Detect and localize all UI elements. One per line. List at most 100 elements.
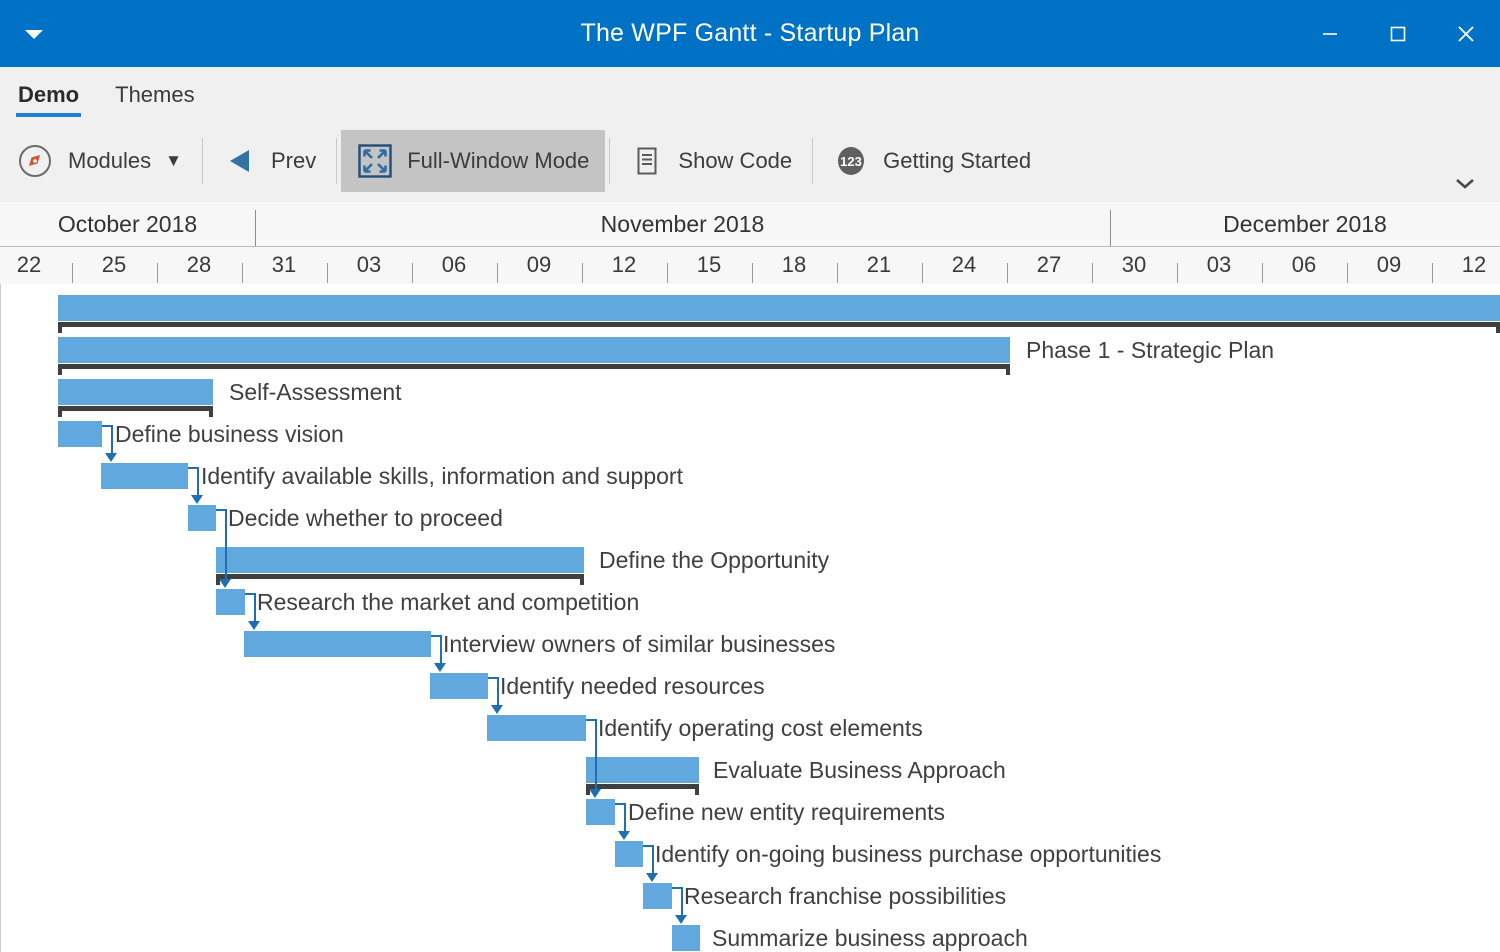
timescale-day-label: 15 bbox=[679, 246, 739, 283]
timescale-day-tick bbox=[667, 263, 668, 283]
timescale-day-label: 09 bbox=[1359, 246, 1419, 283]
window-menu-caret-icon[interactable] bbox=[22, 24, 46, 44]
tab-themes[interactable]: Themes bbox=[97, 67, 212, 122]
full-window-mode-label: Full-Window Mode bbox=[407, 148, 589, 174]
gantt-summary-bracket bbox=[58, 322, 1500, 333]
gantt-bar[interactable] bbox=[58, 337, 1010, 363]
gantt-bar[interactable] bbox=[672, 925, 700, 951]
show-code-button[interactable]: Show Code bbox=[614, 130, 808, 192]
gantt-bar[interactable] bbox=[244, 631, 431, 657]
gantt-bar-label: Evaluate Business Approach bbox=[713, 757, 1006, 783]
chevron-down-icon: ▼ bbox=[165, 151, 182, 171]
gantt-bar[interactable] bbox=[643, 883, 672, 909]
timescale-day-tick bbox=[752, 263, 753, 283]
ribbon: Demo Themes Modules ▼ bbox=[0, 67, 1500, 203]
timescale-month-label: December 2018 bbox=[1110, 202, 1500, 246]
timescale-day-tick bbox=[1347, 263, 1348, 283]
fullscreen-icon bbox=[357, 143, 393, 179]
gantt-bar-label: Phase 1 - Strategic Plan bbox=[1026, 337, 1274, 363]
svg-text:123: 123 bbox=[840, 154, 862, 169]
gantt-bar[interactable] bbox=[615, 841, 643, 867]
maximize-button[interactable] bbox=[1364, 0, 1432, 67]
gantt-bar-label: Define new entity requirements bbox=[628, 799, 945, 825]
timescale-month-label: October 2018 bbox=[0, 202, 255, 246]
title-bar: The WPF Gantt - Startup Plan bbox=[0, 0, 1500, 67]
modules-button[interactable]: Modules ▼ bbox=[0, 130, 198, 192]
ribbon-toolbar: Modules ▼ Prev bbox=[0, 122, 1500, 200]
timescale-day-tick bbox=[1092, 263, 1093, 283]
timescale-day-tick bbox=[242, 263, 243, 283]
full-window-mode-button[interactable]: Full-Window Mode bbox=[341, 130, 605, 192]
gantt-bar[interactable] bbox=[58, 295, 1500, 321]
gantt-bar[interactable] bbox=[58, 421, 102, 447]
tab-themes-label: Themes bbox=[115, 82, 194, 108]
timescale-day-tick bbox=[72, 263, 73, 283]
prev-button[interactable]: Prev bbox=[207, 130, 332, 192]
gantt-bar[interactable] bbox=[586, 757, 699, 783]
gantt-bar-label: Research the market and competition bbox=[257, 589, 639, 615]
timescale-day-tick bbox=[1007, 263, 1008, 283]
gantt-bar[interactable] bbox=[58, 379, 213, 405]
timescale-day-label: 18 bbox=[764, 246, 824, 283]
timescale-day-label: 31 bbox=[254, 246, 314, 283]
timescale-day-label: 28 bbox=[169, 246, 229, 283]
timescale-day-label: 12 bbox=[594, 246, 654, 283]
timescale-month-row[interactable]: October 2018November 2018December 2018 bbox=[0, 202, 1500, 247]
gantt-summary-bracket bbox=[58, 364, 1010, 375]
play-left-icon bbox=[223, 144, 257, 178]
timescale-day-label: 03 bbox=[339, 246, 399, 283]
timescale-day-tick bbox=[582, 263, 583, 283]
timescale-day-tick bbox=[837, 263, 838, 283]
timescale-day-tick bbox=[922, 263, 923, 283]
timescale-month-tick bbox=[1110, 210, 1111, 246]
timescale-day-label: 12 bbox=[1444, 246, 1500, 283]
modules-label: Modules bbox=[68, 148, 151, 174]
timescale-day-label: 27 bbox=[1019, 246, 1079, 283]
gantt-bar[interactable] bbox=[101, 463, 188, 489]
gantt-timescale: October 2018November 2018December 2018 2… bbox=[0, 202, 1500, 285]
timescale-day-tick bbox=[497, 263, 498, 283]
gantt-bar[interactable] bbox=[487, 715, 586, 741]
gantt-bar[interactable] bbox=[430, 673, 488, 699]
tab-demo[interactable]: Demo bbox=[0, 67, 97, 122]
toolbar-separator bbox=[336, 138, 337, 184]
timescale-day-tick bbox=[1432, 263, 1433, 283]
gantt-bar[interactable] bbox=[216, 589, 245, 615]
timescale-day-label: 25 bbox=[84, 246, 144, 283]
gantt-bar[interactable] bbox=[216, 547, 584, 573]
getting-started-button[interactable]: 123 Getting Started bbox=[817, 130, 1047, 192]
gantt-bar[interactable] bbox=[586, 799, 615, 825]
gantt-bar-label: Identify on-going business purchase oppo… bbox=[655, 841, 1161, 867]
toolbar-separator bbox=[202, 138, 203, 184]
gantt-bar-label: Identify available skills, information a… bbox=[201, 463, 683, 489]
gantt-summary-bracket bbox=[58, 406, 213, 417]
gantt-bar-label: Identify operating cost elements bbox=[598, 715, 923, 741]
gantt-bar-label: Decide whether to proceed bbox=[228, 505, 503, 531]
window-controls bbox=[1296, 0, 1500, 67]
gantt-summary-bracket bbox=[586, 784, 699, 795]
timescale-day-label: 30 bbox=[1104, 246, 1164, 283]
gantt-bar-label: Define the Opportunity bbox=[599, 547, 829, 573]
timescale-day-row[interactable]: 222528310306091215182124273003060912 bbox=[0, 246, 1500, 283]
gantt-chart-area[interactable]: Phase 1 - Strategic Plan Self-Assessment D… bbox=[0, 284, 1500, 952]
gantt-bar-label: Self-Assessment bbox=[229, 379, 402, 405]
gantt-bar-label: Research franchise possibilities bbox=[684, 883, 1006, 909]
timescale-day-tick bbox=[1177, 263, 1178, 283]
timescale-day-tick bbox=[327, 263, 328, 283]
gantt-bar-label: Identify needed resources bbox=[500, 673, 765, 699]
getting-started-label: Getting Started bbox=[883, 148, 1031, 174]
tab-active-indicator bbox=[16, 113, 81, 117]
toolbar-separator bbox=[609, 138, 610, 184]
timescale-day-label: 03 bbox=[1189, 246, 1249, 283]
close-button[interactable] bbox=[1432, 0, 1500, 67]
gantt-demo-window: The WPF Gantt - Startup Plan Demo Themes bbox=[0, 0, 1500, 952]
timescale-day-tick bbox=[1262, 263, 1263, 283]
tab-demo-label: Demo bbox=[18, 82, 79, 108]
gantt-bar[interactable] bbox=[188, 505, 216, 531]
show-code-label: Show Code bbox=[678, 148, 792, 174]
prev-label: Prev bbox=[271, 148, 316, 174]
ribbon-overflow-chevron-down-icon[interactable] bbox=[1448, 170, 1482, 196]
compass-icon bbox=[16, 142, 54, 180]
timescale-day-label: 21 bbox=[849, 246, 909, 283]
minimize-button[interactable] bbox=[1296, 0, 1364, 67]
